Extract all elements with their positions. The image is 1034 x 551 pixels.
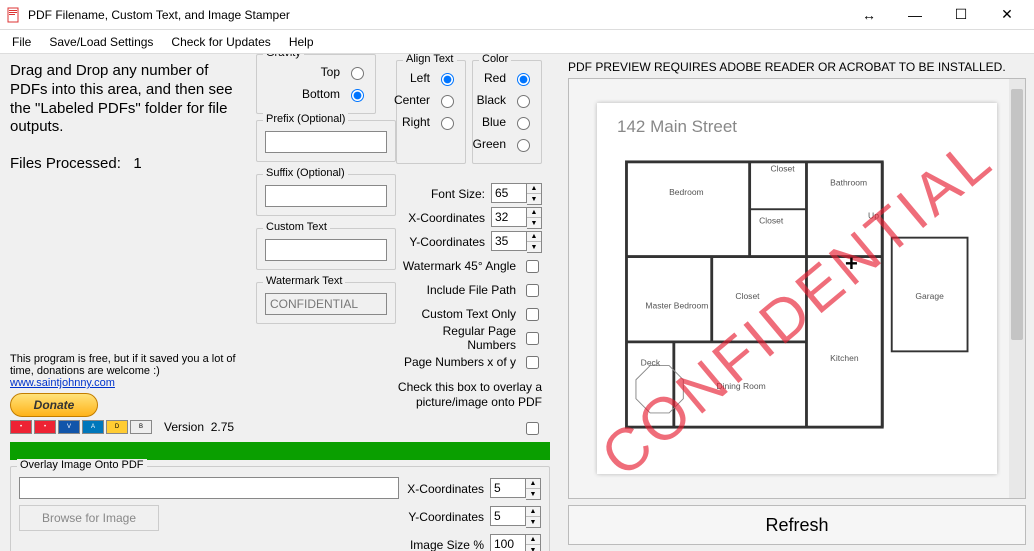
preview-page: 142 Main Street [597, 103, 997, 474]
svg-text:Bedroom: Bedroom [669, 187, 704, 197]
progress-bar [10, 442, 550, 460]
donate-button[interactable]: Donate [10, 393, 98, 417]
gravity-top-radio[interactable] [351, 67, 364, 80]
svg-text:Master Bedroom: Master Bedroom [645, 301, 708, 311]
overlay-size-input[interactable] [490, 534, 526, 551]
refresh-button[interactable]: Refresh [568, 505, 1026, 545]
regular-page-numbers-checkbox[interactable] [526, 332, 539, 345]
payment-icons: • • V A D B [10, 420, 152, 434]
align-left-radio[interactable] [441, 73, 454, 86]
overlay-x-input[interactable] [490, 478, 526, 498]
color-blue-radio[interactable] [517, 117, 530, 130]
menu-file[interactable]: File [12, 35, 31, 49]
preview-warning: PDF PREVIEW REQUIRES ADOBE READER OR ACR… [568, 60, 1026, 74]
overlay-image-path-input[interactable] [19, 477, 399, 499]
custom-text-input[interactable] [265, 239, 387, 261]
gravity-group-label: Gravity [263, 54, 304, 59]
resize-icon[interactable]: ↔ [846, 0, 892, 30]
font-size-up[interactable]: ▲ [527, 184, 541, 194]
svg-text:Bathroom: Bathroom [830, 178, 867, 188]
dropzone-instructions[interactable]: Drag and Drop any number of PDFs into th… [10, 62, 246, 137]
include-filepath-checkbox[interactable] [526, 284, 539, 297]
browse-image-button[interactable]: Browse for Image [19, 505, 159, 531]
svg-text:Up: Up [868, 211, 879, 221]
window-title: PDF Filename, Custom Text, and Image Sta… [28, 8, 846, 22]
preview-scrollbar[interactable] [1009, 79, 1025, 498]
menu-check-updates[interactable]: Check for Updates [171, 35, 270, 49]
donation-link[interactable]: www.saintjohnny.com [10, 377, 115, 389]
floorplan-address: 142 Main Street [617, 117, 977, 137]
svg-text:Dining Room: Dining Room [716, 381, 765, 391]
watermark-angle-checkbox[interactable] [526, 260, 539, 273]
x-coord-input[interactable] [491, 207, 527, 227]
floorplan-svg: Bedroom Bathroom Closet Closet Closet Up… [617, 143, 977, 446]
pdf-preview: 142 Main Street [568, 78, 1026, 499]
y-coord-input[interactable] [491, 231, 527, 251]
page-numbers-xofy-checkbox[interactable] [526, 356, 539, 369]
minimize-button[interactable]: — [892, 0, 938, 30]
svg-text:Closet: Closet [770, 163, 795, 173]
custom-text-only-checkbox[interactable] [526, 308, 539, 321]
svg-text:Closet: Closet [735, 291, 760, 301]
overlay-image-checkbox[interactable] [526, 422, 539, 435]
app-icon [6, 7, 22, 23]
maximize-button[interactable]: ☐ [938, 0, 984, 30]
svg-text:Kitchen: Kitchen [830, 353, 859, 363]
files-processed: Files Processed: 1 [10, 155, 246, 172]
menu-save-load[interactable]: Save/Load Settings [49, 35, 153, 49]
donation-text: This program is free, but if it saved yo… [10, 353, 246, 377]
align-right-radio[interactable] [441, 117, 454, 130]
color-black-radio[interactable] [517, 95, 530, 108]
align-center-radio[interactable] [441, 95, 454, 108]
suffix-input[interactable] [265, 185, 387, 207]
svg-text:Deck: Deck [641, 358, 661, 368]
color-green-radio[interactable] [517, 139, 530, 152]
overlay-y-input[interactable] [490, 506, 526, 526]
gravity-bottom-radio[interactable] [351, 89, 364, 102]
font-size-down[interactable]: ▼ [527, 194, 541, 204]
close-button[interactable]: ✕ [984, 0, 1030, 30]
watermark-text-input[interactable] [265, 293, 387, 315]
version-label: Version 2.75 [164, 420, 234, 434]
svg-text:Garage: Garage [915, 291, 944, 301]
font-size-input[interactable] [491, 183, 527, 203]
prefix-input[interactable] [265, 131, 387, 153]
menu-help[interactable]: Help [289, 35, 314, 49]
color-red-radio[interactable] [517, 73, 530, 86]
svg-text:Closet: Closet [759, 215, 784, 225]
window-titlebar: PDF Filename, Custom Text, and Image Sta… [0, 0, 1034, 30]
menubar: File Save/Load Settings Check for Update… [0, 30, 1034, 54]
